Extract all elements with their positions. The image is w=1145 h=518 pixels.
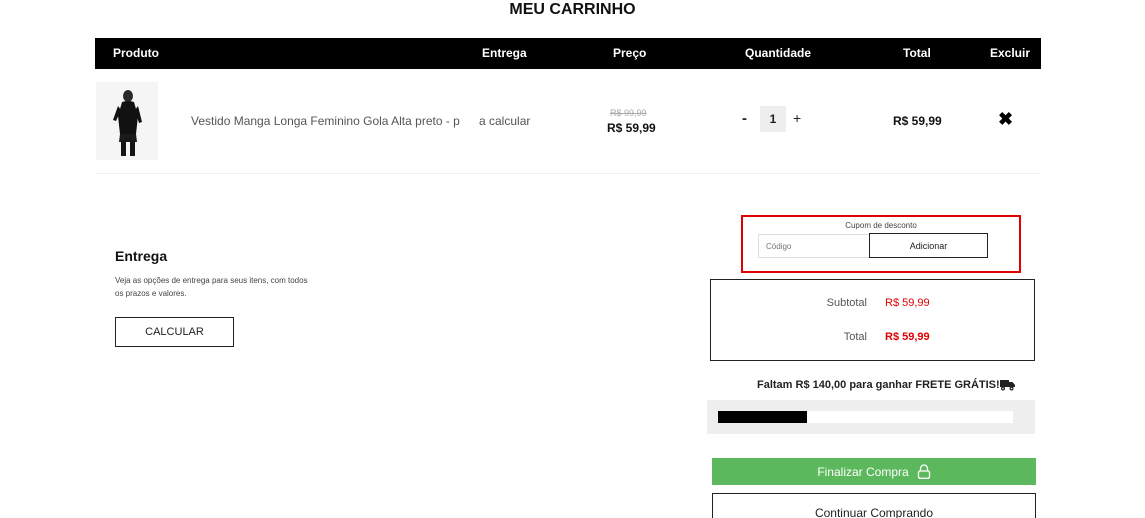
progress-track bbox=[718, 411, 1013, 423]
header-price: Preço bbox=[613, 46, 647, 60]
lock-icon bbox=[917, 464, 930, 479]
header-total: Total bbox=[903, 46, 931, 60]
checkout-label: Finalizar Compra bbox=[817, 464, 909, 479]
close-x-icon: ✖ bbox=[998, 109, 1014, 129]
header-delivery: Entrega bbox=[482, 46, 527, 60]
free-shipping-message: Faltam R$ 140,00 para ganhar FRETE GRÁTI… bbox=[757, 379, 1000, 391]
subtotal-value: R$ 59,99 bbox=[885, 297, 930, 309]
quantity-decrease-button[interactable]: - bbox=[742, 110, 747, 127]
price-new: R$ 59,99 bbox=[607, 121, 656, 135]
quantity-increase-button[interactable]: + bbox=[793, 110, 801, 126]
shipping-description: Veja as opções de entrega para seus iten… bbox=[115, 276, 308, 298]
header-remove: Excluir bbox=[990, 46, 1031, 60]
free-shipping-progress bbox=[707, 400, 1035, 434]
remove-item-button[interactable]: ✖ bbox=[998, 110, 1013, 128]
page-title: MEU CARRINHO bbox=[509, 1, 636, 18]
header-quantity: Quantidade bbox=[745, 46, 812, 60]
coupon-section: Cupom de desconto Adicionar bbox=[741, 215, 1021, 273]
progress-fill bbox=[718, 411, 807, 423]
cart-item-row: Vestido Manga Longa Feminino Gola Alta p… bbox=[95, 70, 1041, 174]
continue-shopping-button[interactable]: Continuar Comprando bbox=[712, 493, 1036, 518]
item-total: R$ 59,99 bbox=[893, 114, 942, 128]
product-delivery: a calcular bbox=[479, 114, 531, 128]
header-product: Produto bbox=[113, 46, 159, 60]
order-summary: Subtotal R$ 59,99 Total R$ 59,99 bbox=[710, 279, 1035, 361]
product-thumbnail[interactable] bbox=[96, 82, 158, 160]
price-old: R$ 99,99 bbox=[610, 108, 647, 118]
quantity-value[interactable]: 1 bbox=[760, 106, 786, 132]
shipping-title: Entrega bbox=[115, 248, 168, 264]
subtotal-label: Subtotal bbox=[826, 297, 867, 309]
total-label: Total bbox=[843, 331, 867, 343]
coupon-code-input[interactable] bbox=[758, 234, 870, 258]
cart-table-header: Produto Entrega Preço Quantidade Total E… bbox=[95, 38, 1041, 69]
total-value: R$ 59,99 bbox=[885, 331, 930, 343]
truck-icon bbox=[1000, 380, 1015, 391]
add-coupon-button[interactable]: Adicionar bbox=[869, 233, 988, 258]
coupon-label: Cupom de desconto bbox=[845, 221, 917, 230]
product-name[interactable]: Vestido Manga Longa Feminino Gola Alta p… bbox=[191, 114, 460, 128]
calculate-shipping-button[interactable]: CALCULAR bbox=[115, 317, 234, 347]
checkout-button[interactable]: Finalizar Compra bbox=[712, 458, 1036, 485]
